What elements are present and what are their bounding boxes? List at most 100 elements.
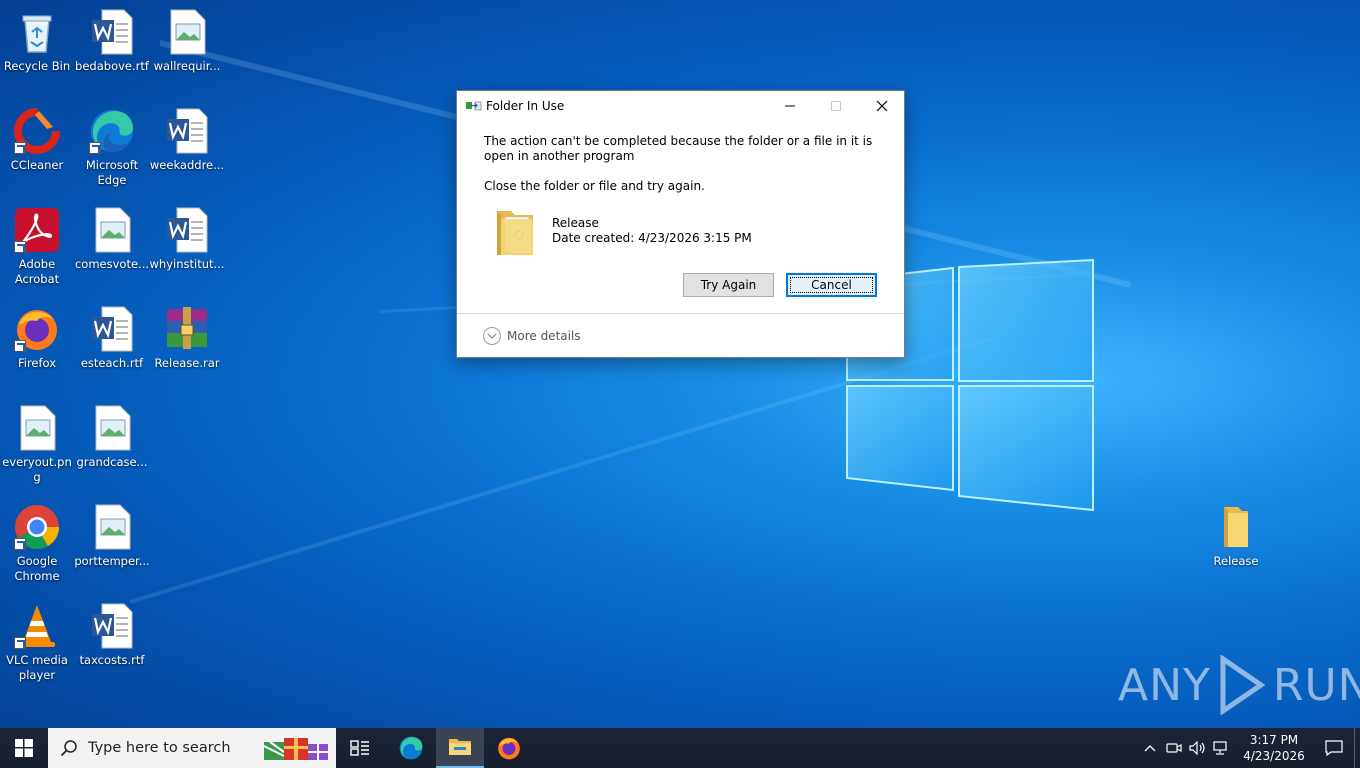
firefox-icon (498, 737, 520, 760)
image-file-icon (20, 405, 56, 451)
taskbar-firefox[interactable] (485, 728, 533, 768)
shortcut-arrow-icon (14, 538, 26, 550)
notification-icon (1325, 740, 1343, 756)
desktop-icon-label: grandcase... (76, 455, 148, 469)
desktop-icon-label: everyout.png (2, 455, 72, 484)
shortcut-arrow-icon (14, 340, 26, 352)
desktop-icon-google-chrome[interactable]: Google Chrome (0, 503, 75, 584)
desktop-icon-whyinstitut[interactable]: whyinstitut... (149, 206, 225, 272)
desktop-icon-bedabove-rtf[interactable]: bedabove.rtf (74, 8, 150, 74)
desktop-icon-label: bedabove.rtf (75, 59, 149, 73)
desktop-icon-everyout-png[interactable]: everyout.png (0, 404, 75, 485)
desktop-icon-esteach-rtf[interactable]: esteach.rtf (74, 305, 150, 371)
taskbar: Type here to search 3:17 PM 4/23/2026 (0, 728, 1360, 768)
desktop-icon-label: CCleaner (10, 158, 64, 172)
file-move-icon (466, 101, 482, 111)
folder-icon (497, 211, 533, 255)
desktop-icon-label: Firefox (17, 356, 57, 370)
desktop-icon-label: Recycle Bin (3, 59, 71, 73)
meet-now-button[interactable] (1162, 728, 1186, 768)
watermark-text-left: ANY (1118, 659, 1211, 711)
close-button[interactable] (859, 91, 905, 121)
task-view-icon (350, 740, 369, 756)
try-again-button[interactable]: Try Again (683, 273, 774, 297)
anyrun-watermark: ANY RUN (1118, 655, 1360, 715)
word-document-icon (167, 108, 208, 154)
desktop-icon-grandcase[interactable]: grandcase... (74, 404, 150, 470)
system-tray: 3:17 PM 4/23/2026 (1138, 728, 1360, 768)
desktop-icon-label: esteach.rtf (80, 356, 144, 370)
desktop-icon-recycle-bin[interactable]: Recycle Bin (0, 8, 75, 74)
network-icon (1213, 741, 1227, 755)
desktop-icon-firefox[interactable]: Firefox (0, 305, 75, 371)
volume-button[interactable] (1186, 728, 1210, 768)
desktop-icon-adobe-acrobat[interactable]: Adobe Acrobat (0, 206, 75, 287)
folder-icon (1224, 507, 1248, 547)
cancel-button[interactable]: Cancel (786, 273, 877, 297)
file-name: Release (552, 216, 599, 230)
winrar-archive-icon (167, 307, 207, 349)
action-center-button[interactable] (1314, 728, 1354, 768)
image-file-icon (95, 207, 131, 253)
desktop-icon-label: wallrequir... (153, 59, 221, 73)
desktop-icon-label: Release.rar (154, 356, 220, 370)
desktop-icon-release-rar[interactable]: Release.rar (149, 305, 225, 371)
camera-icon (1166, 743, 1182, 753)
image-file-icon (95, 405, 131, 451)
taskbar-search-box[interactable]: Type here to search (48, 728, 336, 768)
close-icon (876, 100, 888, 112)
network-button[interactable] (1210, 728, 1234, 768)
word-document-icon (92, 603, 133, 649)
edge-icon (399, 736, 423, 760)
word-document-icon (167, 207, 208, 253)
desktop-icon-taxcosts-rtf[interactable]: taxcosts.rtf (74, 602, 150, 668)
shortcut-arrow-icon (14, 241, 26, 253)
taskbar-clock[interactable]: 3:17 PM 4/23/2026 (1234, 732, 1314, 764)
minimize-icon (785, 105, 795, 107)
desktop-icon-vlc[interactable]: VLC media player (0, 602, 75, 683)
more-details-toggle[interactable]: More details (483, 327, 581, 345)
desktop-icon-label: Microsoft Edge (85, 158, 139, 187)
divider (457, 313, 904, 314)
desktop-icon-microsoft-edge[interactable]: Microsoft Edge (74, 107, 150, 188)
image-file-icon (95, 504, 131, 550)
start-button[interactable] (0, 728, 48, 768)
clock-date: 4/23/2026 (1243, 749, 1305, 763)
windows-start-icon (15, 739, 33, 757)
taskbar-file-explorer[interactable] (436, 728, 484, 768)
dialog-instruction: Close the folder or file and try again. (484, 179, 705, 193)
file-info: Release Date created: 4/23/2026 3:15 PM (552, 216, 752, 261)
desktop-icon-comesvote[interactable]: comesvote... (74, 206, 150, 272)
word-document-icon (92, 306, 133, 352)
image-file-icon (170, 9, 206, 55)
clock-time: 3:17 PM (1249, 733, 1299, 747)
minimize-button[interactable] (767, 91, 813, 121)
more-details-label: More details (507, 329, 581, 343)
file-date-created: Date created: 4/23/2026 3:15 PM (552, 231, 752, 245)
desktop-icon-weekaddre[interactable]: weekaddre... (149, 107, 225, 173)
desktop-icon-wallrequir[interactable]: wallrequir... (149, 8, 225, 74)
maximize-icon (831, 101, 841, 111)
desktop-icon-label: Adobe Acrobat (14, 257, 60, 286)
desktop-icon-ccleaner[interactable]: CCleaner (0, 107, 75, 173)
folder-in-use-dialog: Folder In Use The action can't be comple… (456, 90, 905, 358)
desktop-icon-label: taxcosts.rtf (79, 653, 145, 667)
task-view-button[interactable] (336, 728, 384, 768)
desktop-icon-porttemper[interactable]: porttemper... (74, 503, 150, 569)
desktop-icon-label: weekaddre... (149, 158, 225, 172)
desktop-icon-label: porttemper... (74, 554, 150, 568)
search-icon (60, 740, 77, 757)
maximize-button[interactable] (813, 91, 859, 121)
show-hidden-icons-button[interactable] (1138, 728, 1162, 768)
word-document-icon (92, 9, 133, 55)
desktop-icon-label: Release (1213, 554, 1259, 568)
desktop-icon-label: whyinstitut... (149, 257, 225, 271)
dialog-title: Folder In Use (486, 99, 565, 113)
watermark-text-right: RUN (1272, 659, 1360, 711)
shortcut-arrow-icon (89, 142, 101, 154)
show-desktop-button[interactable] (1354, 728, 1360, 768)
taskbar-edge[interactable] (387, 728, 435, 768)
desktop-icon-release-folder[interactable]: Release (1198, 503, 1274, 569)
dialog-titlebar[interactable]: Folder In Use (457, 91, 904, 121)
gift-boxes-icon (263, 738, 328, 760)
